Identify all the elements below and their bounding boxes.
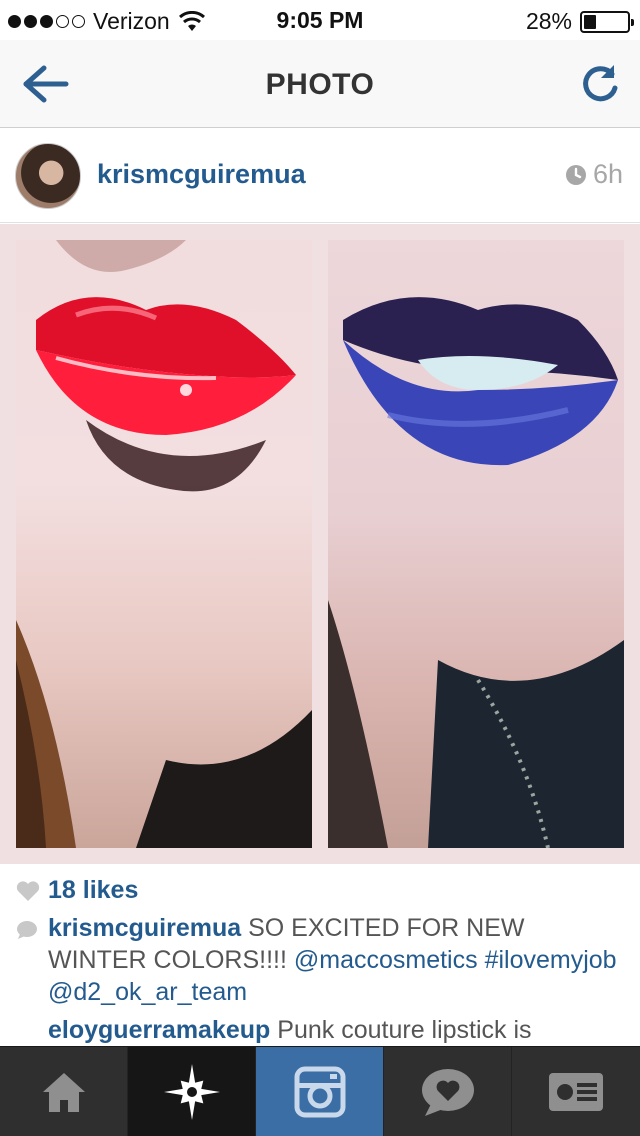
comment-2: eloyguerramakeup Punk couture lipstick i… xyxy=(16,1014,626,1046)
battery-icon xyxy=(580,10,634,33)
comment-text: krismcguiremua SO EXCITED FOR NEW WINTER… xyxy=(48,912,626,1008)
likes-count[interactable]: 18 likes xyxy=(16,876,138,905)
comment-bubble-icon xyxy=(17,921,37,939)
post-timestamp: 6h xyxy=(565,159,623,190)
post-photo[interactable] xyxy=(0,224,640,864)
tab-bar xyxy=(0,1046,640,1136)
activity-heart-icon xyxy=(421,1069,474,1116)
likes-label: 18 likes xyxy=(48,876,139,904)
post-username[interactable]: krismcguiremua xyxy=(97,159,306,190)
mention-link[interactable]: @maccosmetics xyxy=(294,946,478,974)
home-icon xyxy=(42,1073,85,1112)
avatar[interactable] xyxy=(15,143,81,209)
time-ago: 6h xyxy=(592,159,623,189)
comment-1: krismcguiremua SO EXCITED FOR NEW WINTER… xyxy=(16,912,626,1008)
tab-activity[interactable] xyxy=(384,1047,512,1136)
nav-bar: PHOTO xyxy=(0,40,640,128)
photo-panel-blue-lips xyxy=(328,240,624,848)
comment-body: Punk couture lipstick is xyxy=(277,1016,532,1044)
tab-home[interactable] xyxy=(0,1047,128,1136)
heart-icon xyxy=(16,880,40,901)
explore-star-icon xyxy=(163,1064,220,1120)
battery-status: 28% xyxy=(525,8,634,35)
profile-card-icon xyxy=(549,1073,603,1111)
refresh-button[interactable] xyxy=(578,62,622,106)
comment-username[interactable]: eloyguerramakeup xyxy=(48,1016,270,1044)
tab-explore[interactable] xyxy=(128,1047,256,1136)
photo-panel-red-lips xyxy=(16,240,312,848)
page-title: PHOTO xyxy=(265,68,375,101)
clock-icon xyxy=(565,164,586,185)
camera-icon xyxy=(294,1066,345,1118)
comment-text: eloyguerramakeup Punk couture lipstick i… xyxy=(48,1014,626,1046)
refresh-icon xyxy=(583,65,618,102)
post-header: krismcguiremua 6h xyxy=(0,129,640,223)
tab-camera[interactable] xyxy=(256,1047,384,1136)
comment-username[interactable]: krismcguiremua xyxy=(48,914,241,942)
mention-link[interactable]: @d2_ok_ar_team xyxy=(48,978,247,1006)
status-bar: Verizon 9:05 PM 28% xyxy=(0,0,640,40)
battery-percent: 28% xyxy=(525,8,572,34)
tab-profile[interactable] xyxy=(512,1047,640,1136)
hashtag-link[interactable]: #ilovemyjob xyxy=(485,946,617,974)
